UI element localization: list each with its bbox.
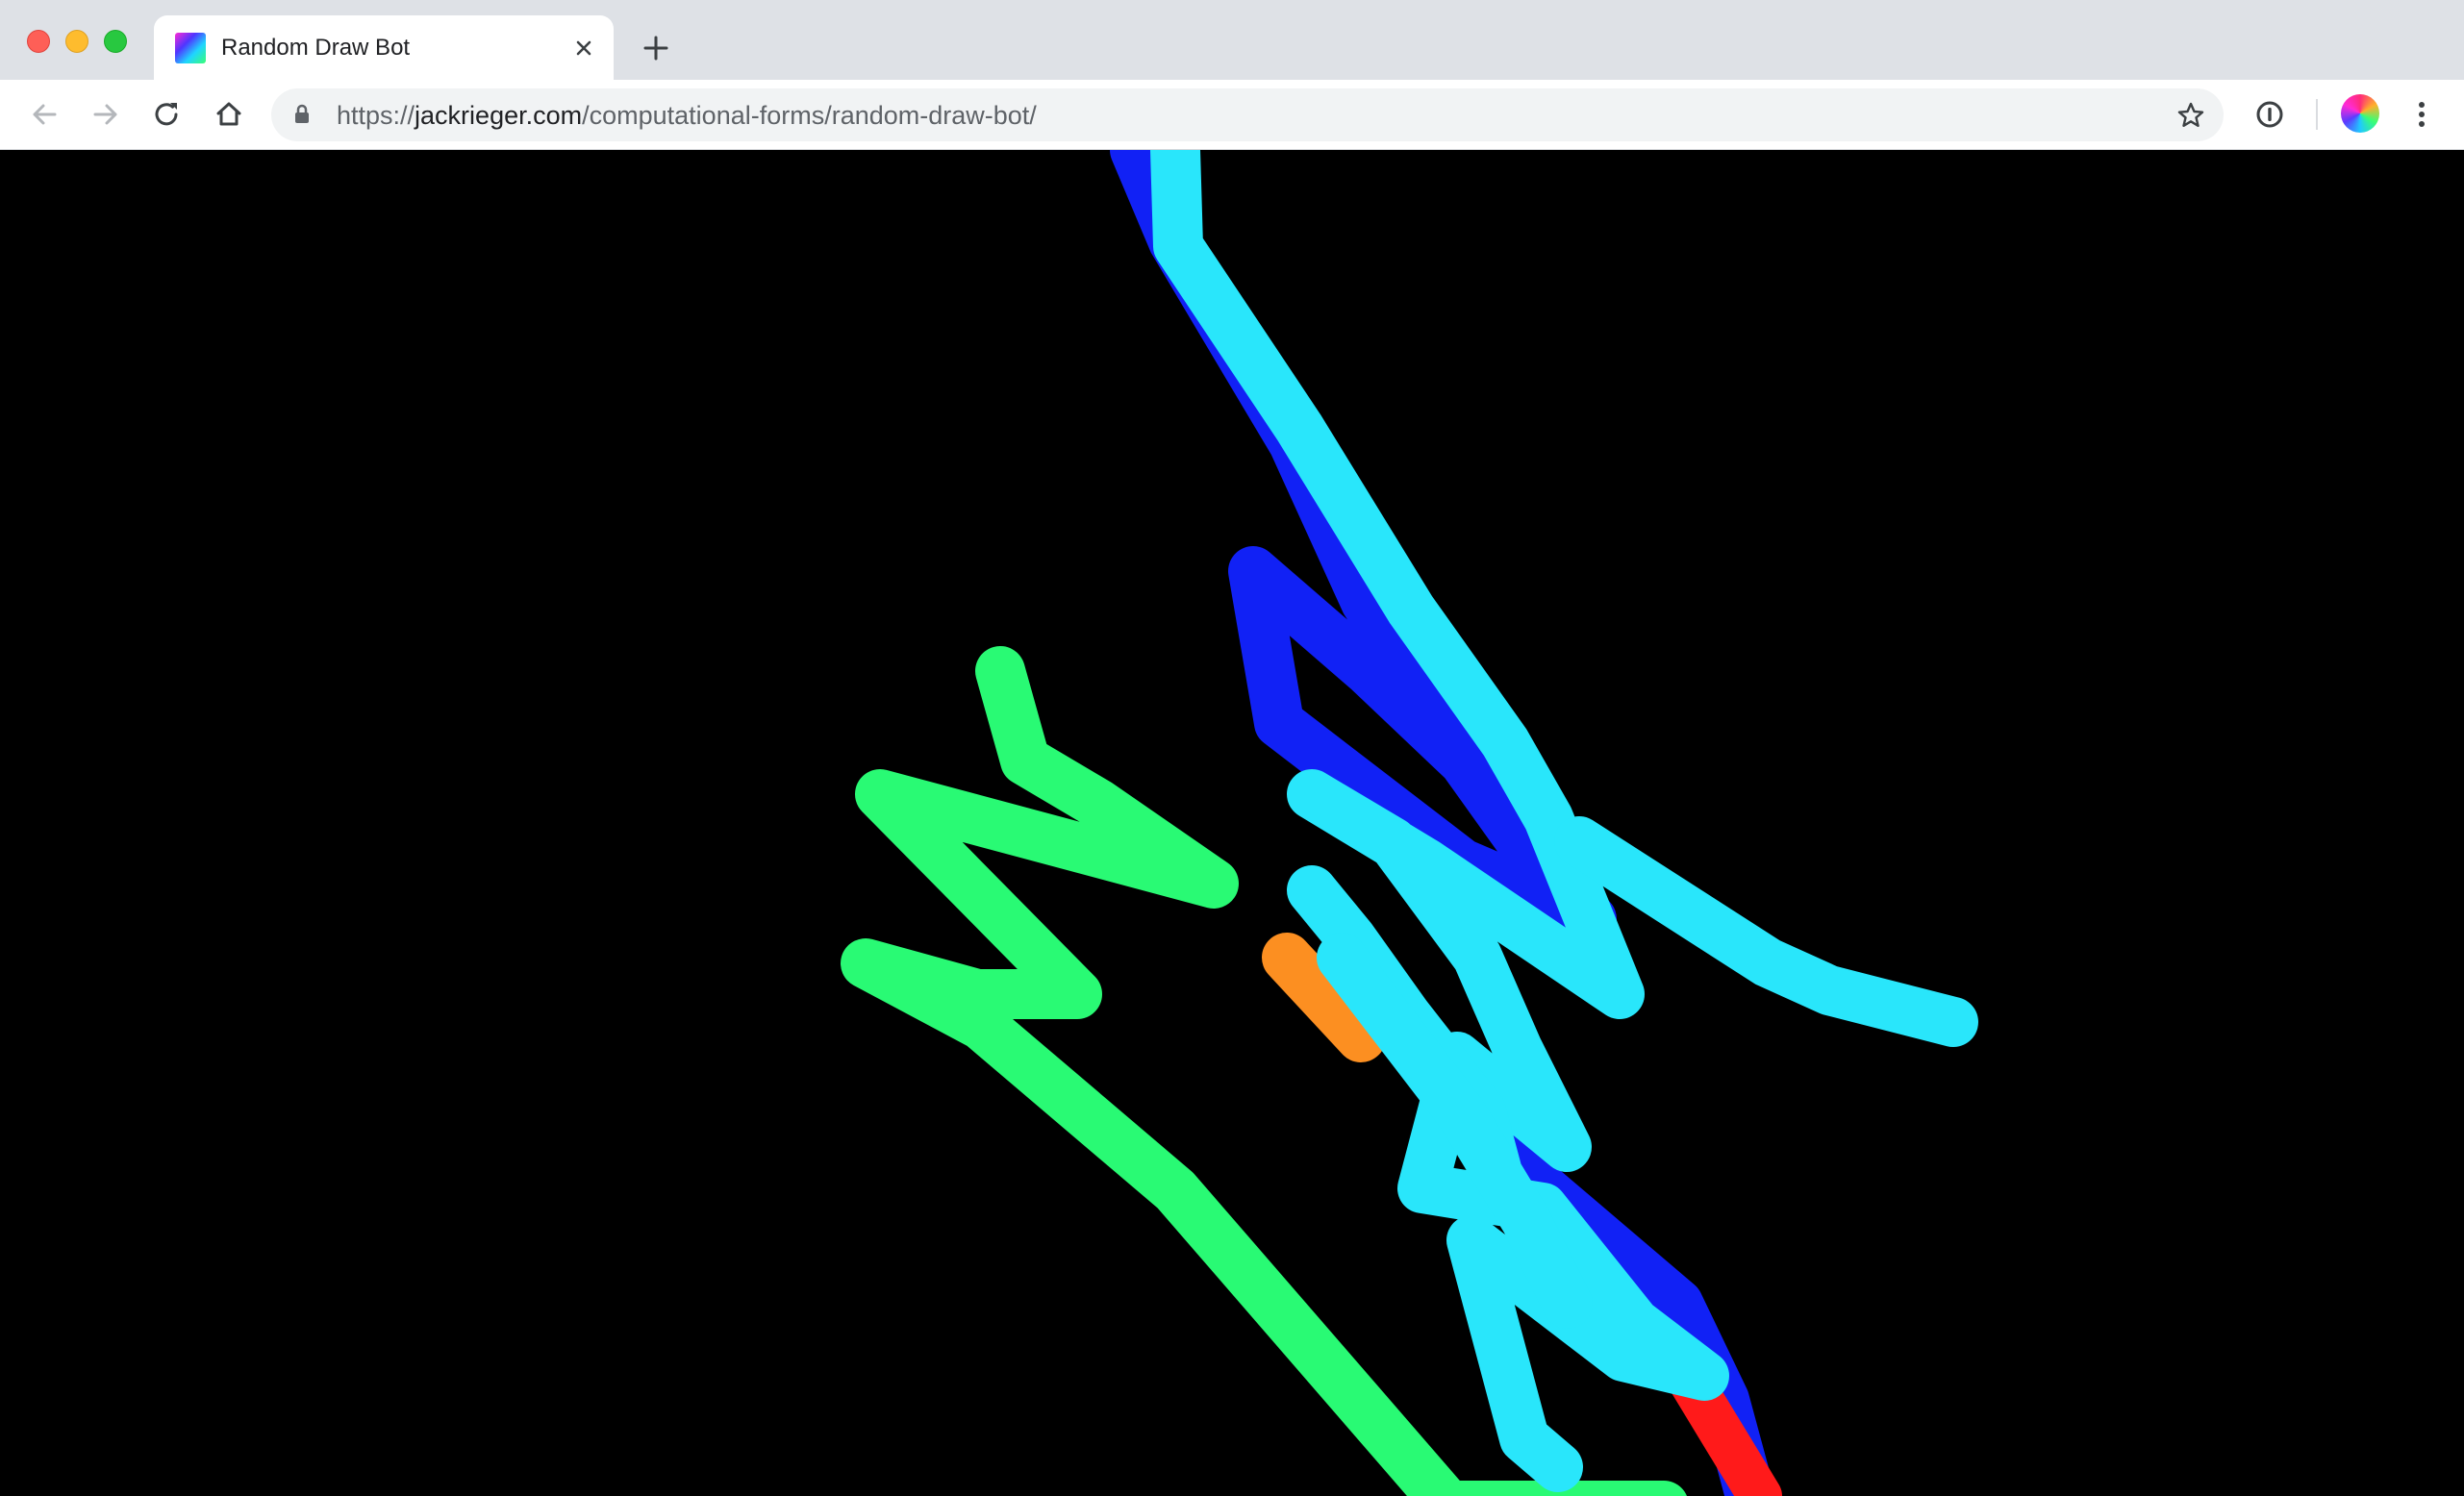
info-circle-icon: [2256, 101, 2283, 128]
close-icon: [576, 40, 591, 56]
url-text[interactable]: https://jackrieger.com/computational-for…: [337, 101, 1037, 130]
url-scheme: https://: [337, 101, 415, 130]
star-icon[interactable]: [2175, 100, 2206, 131]
tab-strip: Random Draw Bot: [0, 0, 2464, 80]
browser-window: Random Draw Bot https://jackrieger.com/c…: [0, 0, 2464, 1496]
reload-button[interactable]: [148, 95, 187, 134]
drawing-canvas-svg: [841, 150, 1978, 1496]
tab-close-button[interactable]: [567, 32, 600, 64]
url-path: /computational-forms/random-draw-bot/: [582, 101, 1037, 130]
back-button[interactable]: [25, 95, 63, 134]
plus-icon: [643, 36, 668, 61]
kebab-menu-icon: [2419, 102, 2425, 127]
profile-avatar[interactable]: [2341, 94, 2379, 133]
address-bar[interactable]: https://jackrieger.com/computational-for…: [271, 88, 2224, 141]
browser-toolbar: https://jackrieger.com/computational-for…: [0, 80, 2464, 150]
toolbar-divider: [2316, 99, 2318, 130]
menu-button[interactable]: [2402, 95, 2441, 134]
tab-title: Random Draw Bot: [221, 35, 411, 61]
window-minimize-button[interactable]: [65, 30, 88, 53]
reload-icon: [155, 103, 178, 126]
arrow-left-icon: [33, 104, 57, 125]
window-close-button[interactable]: [27, 30, 50, 53]
drawing-canvas[interactable]: [0, 150, 2464, 1496]
extension-button[interactable]: [2250, 95, 2289, 134]
home-icon: [216, 102, 241, 126]
gradient-square-favicon-icon: [175, 33, 206, 63]
new-tab-button[interactable]: [637, 29, 675, 67]
url-host: jackrieger.com: [415, 101, 583, 130]
window-maximize-button[interactable]: [104, 30, 127, 53]
arrow-right-icon: [93, 104, 117, 125]
forward-button[interactable]: [87, 95, 125, 134]
tab-random-draw-bot[interactable]: Random Draw Bot: [154, 15, 614, 80]
home-button[interactable]: [210, 95, 248, 134]
lock-icon: [295, 104, 309, 123]
